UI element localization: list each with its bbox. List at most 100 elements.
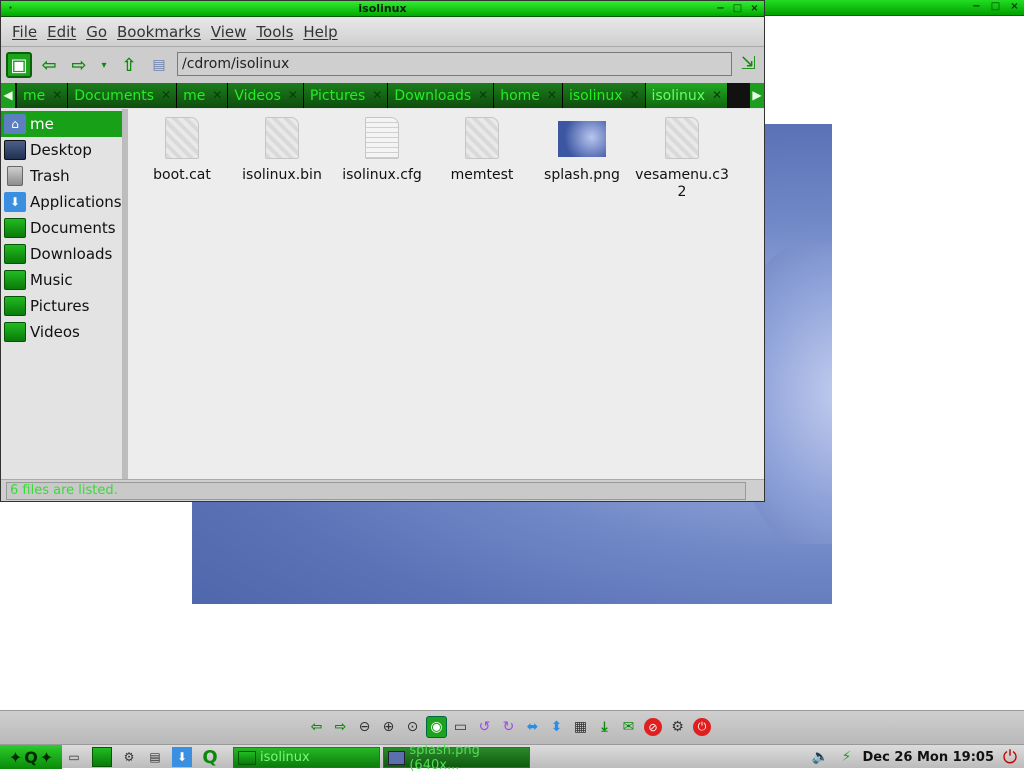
quit-icon[interactable]: ⏻ [693,718,711,736]
close-tab-icon[interactable]: ✕ [478,88,488,102]
sidebar-item-label: Pictures [30,297,89,315]
clock[interactable]: Dec 26 Mon 19:05 [863,750,995,765]
tab-me-2[interactable]: me ✕ [177,83,228,108]
close-tab-icon[interactable]: ✕ [288,88,298,102]
sidebar-item-videos[interactable]: Videos [1,319,122,345]
tab-label: me [183,88,205,104]
maximize-button[interactable]: □ [732,3,743,14]
file-manager-launcher-icon[interactable] [92,747,112,767]
close-tab-icon[interactable]: ✕ [372,88,382,102]
sidebar-item-trash[interactable]: Trash [1,163,122,189]
close-tab-icon[interactable]: ✕ [212,88,222,102]
back-arrow-icon[interactable]: ⇦ [36,52,62,78]
home-icon: ⌂ [4,114,26,134]
taskbar-item-file-manager[interactable]: isolinux [233,747,380,768]
go-button[interactable]: ⇲ [741,53,756,74]
tab-me[interactable]: me✕ [17,83,68,108]
zoom-out-icon[interactable]: ⊖ [354,716,375,738]
location-input[interactable]: /cdrom/isolinux [177,52,732,76]
sidebar-item-documents[interactable]: Documents [1,215,122,241]
scroll-left-icon[interactable]: ◀ [1,83,15,108]
forward-arrow-icon[interactable]: ⇨ [66,52,92,78]
close-tab-icon[interactable]: ✕ [161,88,171,102]
close-tab-icon[interactable]: ✕ [52,88,62,102]
power-icon[interactable]: ⏻ [1000,747,1020,767]
flip-horizontal-icon[interactable]: ⬌ [522,716,543,738]
file-item-isolinux-cfg[interactable]: isolinux.cfg [334,117,430,184]
tab-downloads[interactable]: Downloads✕ [388,83,494,108]
close-tab-icon[interactable]: ✕ [712,88,722,102]
tab-isolinux-active[interactable]: isolinux✕ [646,83,729,108]
menu-edit[interactable]: Edit [42,23,81,41]
image-viewer-titlebar[interactable]: − □ × [760,0,1024,16]
file-item-vesamenu-c32[interactable]: vesamenu.c32 [634,117,730,201]
sidebar-item-desktop[interactable]: Desktop [1,137,122,163]
menu-file[interactable]: File [7,23,42,41]
close-tab-icon[interactable]: ✕ [629,88,639,102]
close-button[interactable]: × [1009,1,1020,12]
save-icon[interactable]: ⤓ [594,716,615,738]
sidebar-item-me[interactable]: ⌂ me [1,111,122,137]
start-menu-button[interactable]: ✦Q✦ [0,745,62,769]
preferences-icon[interactable]: ⚙ [667,716,688,738]
original-size-icon[interactable]: ◉ [426,716,447,738]
show-desktop-icon[interactable]: ▭ [64,747,84,767]
new-tab-button[interactable]: ▣ [6,52,32,78]
network-icon[interactable]: ⚡ [837,747,857,767]
rotate-right-icon[interactable]: ↻ [498,716,519,738]
tab-isolinux[interactable]: isolinux✕ [563,83,646,108]
start-arrow-icon: ✦ [9,748,22,767]
open-file-icon[interactable]: ▦ [570,716,591,738]
terminal-icon[interactable]: ▤ [145,747,165,767]
sidebar-item-applications[interactable]: ⬇ Applications [1,189,122,215]
installer-icon[interactable]: ⬇ [172,747,192,767]
file-item-isolinux-bin[interactable]: isolinux.bin [234,117,330,184]
tab-pictures[interactable]: Pictures✕ [304,83,388,108]
next-image-icon[interactable]: ⇨ [330,716,351,738]
maximize-button[interactable]: □ [990,1,1001,12]
tab-home[interactable]: home✕ [494,83,563,108]
file-item-memtest[interactable]: memtest [434,117,530,184]
history-dropdown-icon[interactable]: ▾ [96,52,112,78]
toolbar: ▣ ⇦ ⇨ ▾ ⇧ ▤ /cdrom/isolinux ⇲ [1,47,764,83]
file-name: isolinux.bin [234,167,330,184]
delete-icon[interactable]: ⊘ [644,718,662,736]
menu-tools[interactable]: Tools [251,23,298,41]
flip-vertical-icon[interactable]: ⬍ [546,716,567,738]
up-arrow-icon[interactable]: ⇧ [116,52,142,78]
zoom-fit-icon[interactable]: ⊙ [402,716,423,738]
save-as-icon[interactable]: ✉ [618,716,639,738]
file-name: vesamenu.c32 [634,167,730,201]
tab-label: Documents [74,88,154,104]
menu-view[interactable]: View [206,23,252,41]
window-titlebar[interactable]: · isolinux − □ × [1,1,764,17]
image-icon [388,751,405,765]
sidebar-item-downloads[interactable]: Downloads [1,241,122,267]
taskbar: ✦Q✦ ▭ ⚙ ▤ ⬇ Q isolinux splash.png (640x.… [0,744,1024,768]
settings-icon[interactable]: ⚙ [119,747,139,767]
menu-go[interactable]: Go [81,23,112,41]
close-tab-icon[interactable]: ✕ [547,88,557,102]
previous-image-icon[interactable]: ⇦ [306,716,327,738]
file-item-splash-png[interactable]: splash.png [534,117,630,184]
fullscreen-icon[interactable]: ▭ [450,716,471,738]
zoom-in-icon[interactable]: ⊕ [378,716,399,738]
menu-help[interactable]: Help [298,23,342,41]
sidebar-item-pictures[interactable]: Pictures [1,293,122,319]
sidebar-item-music[interactable]: Music [1,267,122,293]
scroll-right-icon[interactable]: ▶ [750,83,764,108]
taskbar-item-image-viewer[interactable]: splash.png (640x... [383,747,530,768]
file-view[interactable]: boot.cat isolinux.bin isolinux.cfg memte… [128,109,764,479]
volume-icon[interactable]: 🔈 [811,747,831,767]
q-launcher-icon[interactable]: Q [200,747,220,767]
tab-documents[interactable]: Documents ✕ [68,83,177,108]
sidebar-item-label: Desktop [30,141,92,159]
main-content: ⌂ me Desktop Trash ⬇ Applications Docume… [1,109,764,479]
rotate-left-icon[interactable]: ↺ [474,716,495,738]
file-item-boot-cat[interactable]: boot.cat [134,117,230,184]
close-button[interactable]: × [749,3,760,14]
minimize-button[interactable]: − [971,1,982,12]
minimize-button[interactable]: − [715,3,726,14]
menu-bookmarks[interactable]: Bookmarks [112,23,206,41]
tab-videos[interactable]: Videos✕ [228,83,304,108]
